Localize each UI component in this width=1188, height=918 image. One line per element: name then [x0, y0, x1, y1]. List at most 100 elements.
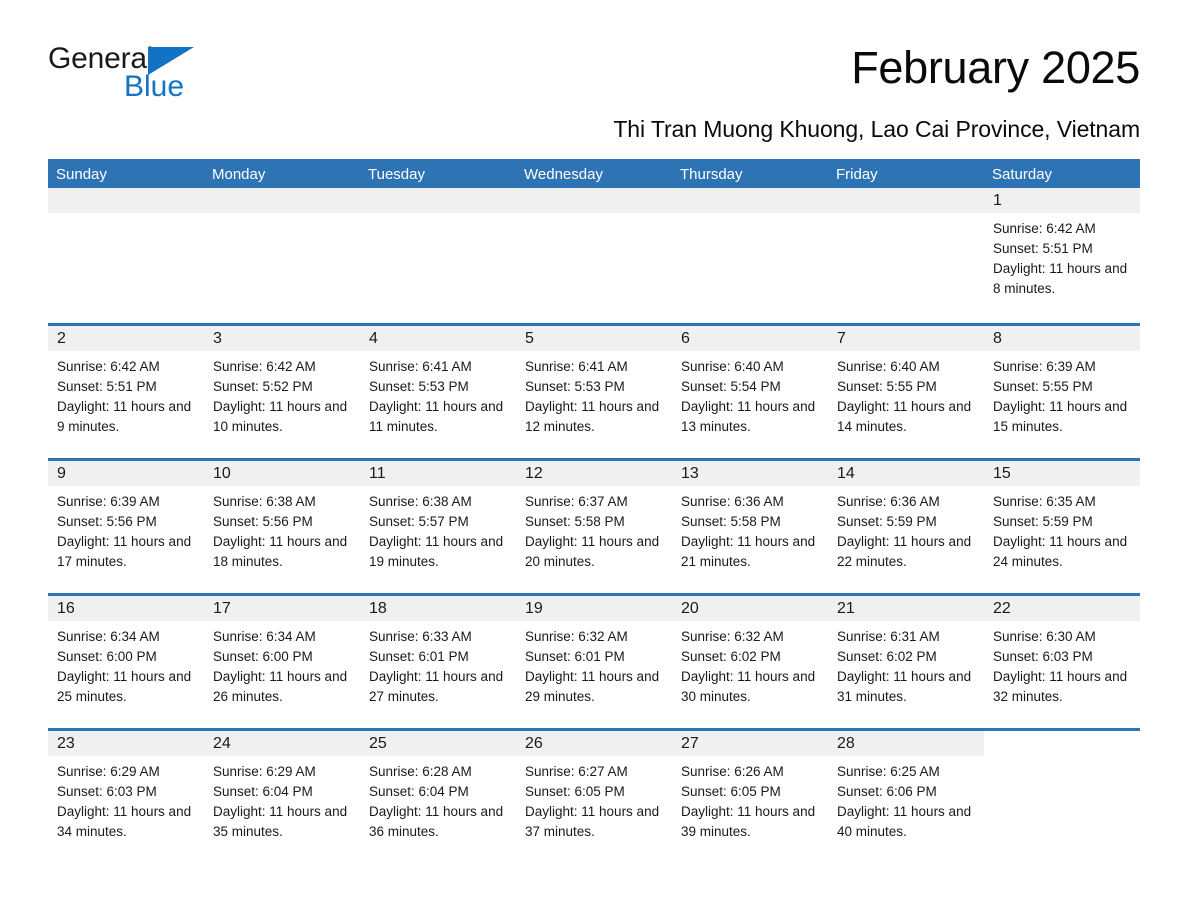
calendar-table: Sunday Monday Tuesday Wednesday Thursday… — [48, 159, 1140, 863]
sunset-text: Sunset: 6:05 PM — [681, 784, 781, 799]
day-number: 20 — [681, 599, 699, 617]
weekday-wednesday: Wednesday — [524, 166, 603, 183]
day-number-band — [48, 188, 204, 213]
calendar-day-cell[interactable]: 12 Sunrise: 6:37 AM Sunset: 5:58 PM Dayligh… — [516, 461, 672, 593]
weekday-tuesday: Tuesday — [368, 166, 425, 183]
day-details: Sunrise: 6:31 AM Sunset: 6:02 PM Daylight:… — [828, 621, 984, 707]
calendar-day-cell[interactable]: 19 Sunrise: 6:32 AM Sunset: 6:01 PM Dayligh… — [516, 596, 672, 728]
sunset-text: Sunset: 6:06 PM — [837, 784, 937, 799]
daylight-text: Daylight: 11 hours and 21 minutes. — [681, 534, 816, 569]
day-number: 21 — [837, 599, 855, 617]
day-number-band — [360, 188, 516, 213]
day-number: 18 — [369, 599, 387, 617]
day-number-band: 10 — [204, 461, 360, 486]
day-number: 7 — [837, 329, 846, 347]
day-number-band: 6 — [672, 326, 828, 351]
calendar-day-cell[interactable]: 17 Sunrise: 6:34 AM Sunset: 6:00 PM Dayligh… — [204, 596, 360, 728]
calendar-day-cell[interactable]: 3 Sunrise: 6:42 AM Sunset: 5:52 PM Daylight… — [204, 326, 360, 458]
page-title: February 2025 — [851, 42, 1140, 93]
calendar-day-cell[interactable]: 14 Sunrise: 6:36 AM Sunset: 5:59 PM Dayligh… — [828, 461, 984, 593]
daylight-text: Daylight: 11 hours and 35 minutes. — [213, 804, 348, 839]
day-number-band: 3 — [204, 326, 360, 351]
day-details: Sunrise: 6:36 AM Sunset: 5:58 PM Daylight:… — [672, 486, 828, 572]
day-number: 15 — [993, 464, 1011, 482]
sunrise-text: Sunrise: 6:32 AM — [525, 629, 628, 644]
weekday-thursday: Thursday — [680, 166, 743, 183]
day-number: 19 — [525, 599, 543, 617]
calendar-page: General Blue February 2025 Thi Tran Muon… — [0, 0, 1188, 918]
calendar-day-cell[interactable]: 25 Sunrise: 6:28 AM Sunset: 6:04 PM Dayligh… — [360, 731, 516, 863]
day-number-band — [672, 188, 828, 213]
calendar-day-cell[interactable]: 26 Sunrise: 6:27 AM Sunset: 6:05 PM Dayligh… — [516, 731, 672, 863]
calendar-week-row: 2 Sunrise: 6:42 AM Sunset: 5:51 PM Daylight… — [48, 323, 1140, 458]
calendar-day-cell[interactable]: 7 Sunrise: 6:40 AM Sunset: 5:55 PM Daylight… — [828, 326, 984, 458]
calendar-day-cell[interactable]: 22 Sunrise: 6:30 AM Sunset: 6:03 PM Dayligh… — [984, 596, 1140, 728]
calendar-day-cell[interactable]: 9 Sunrise: 6:39 AM Sunset: 5:56 PM Daylight… — [48, 461, 204, 593]
day-number-band: 8 — [984, 326, 1140, 351]
calendar-day-cell[interactable]: 16 Sunrise: 6:34 AM Sunset: 6:00 PM Dayligh… — [48, 596, 204, 728]
daylight-text: Daylight: 11 hours and 8 minutes. — [993, 261, 1128, 296]
calendar-day-cell[interactable]: 27 Sunrise: 6:26 AM Sunset: 6:05 PM Dayligh… — [672, 731, 828, 863]
sunset-text: Sunset: 5:52 PM — [213, 379, 313, 394]
calendar-day-cell[interactable]: 10 Sunrise: 6:38 AM Sunset: 5:56 PM Dayligh… — [204, 461, 360, 593]
calendar-day-cell[interactable]: 20 Sunrise: 6:32 AM Sunset: 6:02 PM Dayligh… — [672, 596, 828, 728]
calendar-day-cell[interactable]: 4 Sunrise: 6:41 AM Sunset: 5:53 PM Daylight… — [360, 326, 516, 458]
sunrise-text: Sunrise: 6:38 AM — [213, 494, 316, 509]
sunset-text: Sunset: 5:51 PM — [993, 241, 1093, 256]
calendar-day-cell[interactable]: 11 Sunrise: 6:38 AM Sunset: 5:57 PM Dayligh… — [360, 461, 516, 593]
sunrise-text: Sunrise: 6:33 AM — [369, 629, 472, 644]
calendar-day-cell[interactable]: 23 Sunrise: 6:29 AM Sunset: 6:03 PM Dayligh… — [48, 731, 204, 863]
day-number: 14 — [837, 464, 855, 482]
sunrise-text: Sunrise: 6:41 AM — [525, 359, 628, 374]
day-details: Sunrise: 6:40 AM Sunset: 5:55 PM Daylight:… — [828, 351, 984, 437]
calendar-day-cell[interactable]: 28 Sunrise: 6:25 AM Sunset: 6:06 PM Dayligh… — [828, 731, 984, 863]
calendar-day-cell-empty — [828, 188, 984, 323]
sunrise-text: Sunrise: 6:36 AM — [837, 494, 940, 509]
day-details: Sunrise: 6:41 AM Sunset: 5:53 PM Daylight:… — [360, 351, 516, 437]
day-details: Sunrise: 6:27 AM Sunset: 6:05 PM Daylight:… — [516, 756, 672, 842]
calendar-day-cell[interactable]: 13 Sunrise: 6:36 AM Sunset: 5:58 PM Dayligh… — [672, 461, 828, 593]
sunrise-text: Sunrise: 6:41 AM — [369, 359, 472, 374]
calendar-day-cell[interactable]: 18 Sunrise: 6:33 AM Sunset: 6:01 PM Dayligh… — [360, 596, 516, 728]
day-number-band: 2 — [48, 326, 204, 351]
calendar-day-cell[interactable]: 8 Sunrise: 6:39 AM Sunset: 5:55 PM Daylight… — [984, 326, 1140, 458]
day-number: 22 — [993, 599, 1011, 617]
day-number-band — [204, 188, 360, 213]
daylight-text: Daylight: 11 hours and 17 minutes. — [57, 534, 192, 569]
day-number: 9 — [57, 464, 66, 482]
day-details: Sunrise: 6:39 AM Sunset: 5:56 PM Daylight:… — [48, 486, 204, 572]
calendar-day-cell[interactable]: 5 Sunrise: 6:41 AM Sunset: 5:53 PM Daylight… — [516, 326, 672, 458]
day-details: Sunrise: 6:32 AM Sunset: 6:01 PM Daylight:… — [516, 621, 672, 707]
sunset-text: Sunset: 6:04 PM — [369, 784, 469, 799]
daylight-text: Daylight: 11 hours and 10 minutes. — [213, 399, 348, 434]
daylight-text: Daylight: 11 hours and 34 minutes. — [57, 804, 192, 839]
sunrise-text: Sunrise: 6:28 AM — [369, 764, 472, 779]
day-number: 13 — [681, 464, 699, 482]
sunset-text: Sunset: 5:59 PM — [837, 514, 937, 529]
calendar-day-cell[interactable]: 6 Sunrise: 6:40 AM Sunset: 5:54 PM Daylight… — [672, 326, 828, 458]
calendar-day-cell[interactable]: 1 Sunrise: 6:42 AM Sunset: 5:51 PM Daylight… — [984, 188, 1140, 323]
sunset-text: Sunset: 6:00 PM — [213, 649, 313, 664]
day-number: 4 — [369, 329, 378, 347]
daylight-text: Daylight: 11 hours and 19 minutes. — [369, 534, 504, 569]
day-details: Sunrise: 6:28 AM Sunset: 6:04 PM Daylight:… — [360, 756, 516, 842]
day-number: 17 — [213, 599, 231, 617]
day-details: Sunrise: 6:41 AM Sunset: 5:53 PM Daylight:… — [516, 351, 672, 437]
sunrise-text: Sunrise: 6:34 AM — [57, 629, 160, 644]
day-number-band: 23 — [48, 731, 204, 756]
day-number-band: 24 — [204, 731, 360, 756]
day-number-band — [828, 188, 984, 213]
daylight-text: Daylight: 11 hours and 18 minutes. — [213, 534, 348, 569]
general-blue-logo[interactable]: General Blue — [48, 44, 198, 106]
location-subtitle: Thi Tran Muong Khuong, Lao Cai Province,… — [613, 116, 1140, 142]
sunset-text: Sunset: 5:55 PM — [837, 379, 937, 394]
day-number: 16 — [57, 599, 75, 617]
calendar-day-cell[interactable]: 24 Sunrise: 6:29 AM Sunset: 6:04 PM Dayligh… — [204, 731, 360, 863]
day-number: 11 — [369, 464, 386, 482]
calendar-day-cell[interactable]: 2 Sunrise: 6:42 AM Sunset: 5:51 PM Daylight… — [48, 326, 204, 458]
sunset-text: Sunset: 6:03 PM — [57, 784, 157, 799]
calendar-day-cell[interactable]: 15 Sunrise: 6:35 AM Sunset: 5:59 PM Dayligh… — [984, 461, 1140, 593]
calendar-day-cell[interactable]: 21 Sunrise: 6:31 AM Sunset: 6:02 PM Dayligh… — [828, 596, 984, 728]
day-number-band: 14 — [828, 461, 984, 486]
day-number-band: 18 — [360, 596, 516, 621]
